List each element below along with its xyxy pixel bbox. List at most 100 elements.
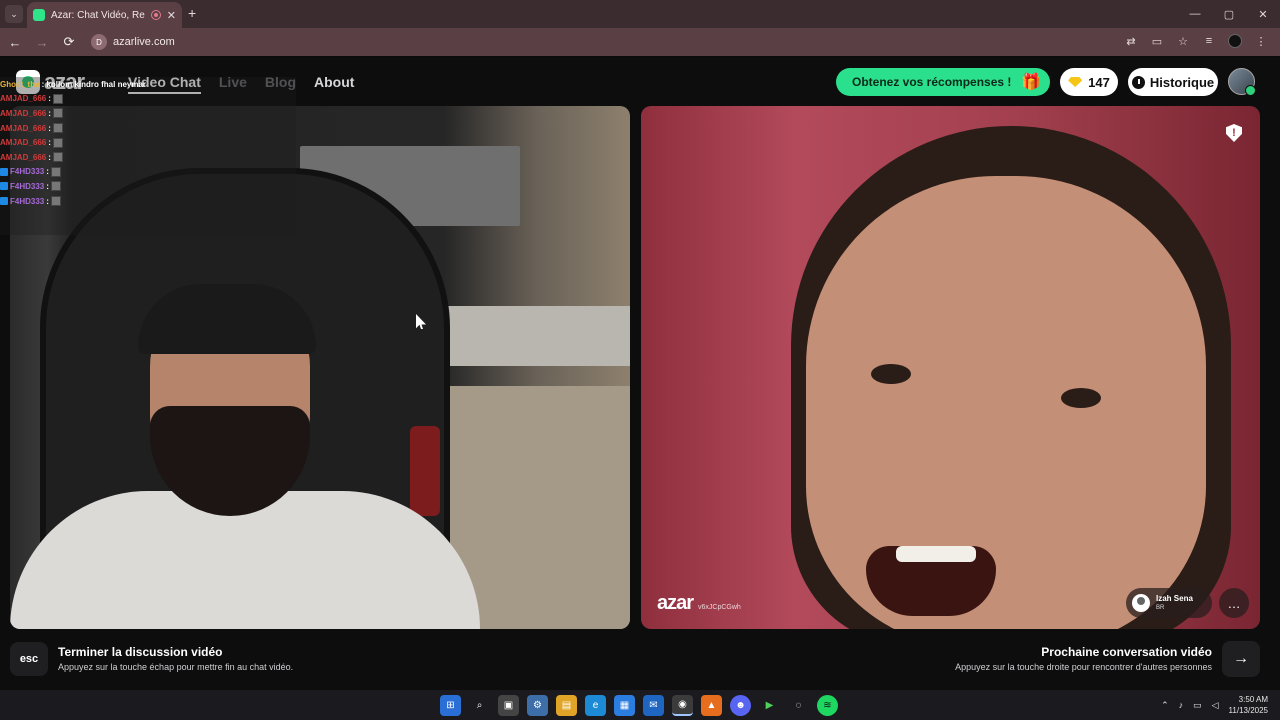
reading-list-icon[interactable]: ≡ xyxy=(1198,30,1220,52)
report-shield-icon[interactable]: ! xyxy=(1226,124,1242,142)
twitch-badge-icon xyxy=(0,167,8,176)
chat-user: Ghost_the xyxy=(0,79,40,89)
end-chat-title: Terminer la discussion vidéo xyxy=(58,645,223,659)
search-icon[interactable]: ⌕ xyxy=(469,695,490,716)
tab-title: Azar: Chat Vidéo, Rencontr xyxy=(51,9,145,21)
partner-profile-chip[interactable]: Izah Sena BR xyxy=(1126,588,1212,618)
cast-icon[interactable]: ▭ xyxy=(1146,30,1168,52)
partner-avatar-icon xyxy=(1132,594,1150,612)
chat-user: F4HD333 xyxy=(10,181,45,191)
browser-tabbar: ⌄ Azar: Chat Vidéo, Rencontr ✕ + — ▢ ✕ xyxy=(0,0,1280,28)
maximize-button[interactable]: ▢ xyxy=(1212,0,1246,28)
azar-page: azar Video Chat Live Blog About Obtenez … xyxy=(0,57,1280,690)
gems-counter[interactable]: 147 xyxy=(1060,68,1118,96)
history-label: Historique xyxy=(1149,74,1215,90)
clock[interactable]: 3:50 AM 11/13/2025 xyxy=(1229,694,1268,716)
back-icon[interactable]: ← xyxy=(3,30,27,54)
reload-icon[interactable]: ⟳ xyxy=(57,30,81,54)
recording-icon xyxy=(150,10,161,20)
mail-icon[interactable]: ✉ xyxy=(643,694,664,716)
chat-user: AMJAD_666 xyxy=(0,94,47,104)
partner-video: ! azar v6xJCpCGwh Izah Sena BR … xyxy=(641,106,1260,629)
chat-sticker-icon xyxy=(52,152,63,163)
chat-sticker-icon xyxy=(52,108,63,119)
clock-time: 3:50 AM xyxy=(1238,695,1268,704)
taskbar-apps: ⊞ ⌕ ▣ ⚙ ▤ e ▦ ✉ ◉ ▲ ☻ ▶ ◌ ≋ xyxy=(440,690,838,720)
app-circle-icon[interactable]: ◌ xyxy=(788,695,809,716)
chat-message: : kollom kindro fhal neymar xyxy=(41,79,147,89)
menu-icon[interactable]: ⋮ xyxy=(1250,30,1272,52)
tab-search-icon[interactable]: ⌄ xyxy=(5,5,23,23)
next-chat-title: Prochaine conversation vidéo xyxy=(1041,645,1212,659)
forward-icon[interactable]: → xyxy=(30,30,54,54)
azar-favicon-icon xyxy=(33,9,45,21)
watermark-id: v6xJCpCGwh xyxy=(698,604,741,611)
chat-user: AMJAD_666 xyxy=(0,108,47,118)
chat-line: Ghost_the : kollom kindro fhal neymar xyxy=(0,77,296,92)
chat-bubble-icon[interactable]: … xyxy=(1219,588,1249,618)
next-arrow-button[interactable]: → xyxy=(1222,641,1260,677)
chrome-icon[interactable]: ◉ xyxy=(672,694,693,716)
nav-about[interactable]: About xyxy=(314,74,354,94)
close-tab-icon[interactable]: ✕ xyxy=(167,9,176,22)
clock-icon xyxy=(1131,75,1145,89)
settings-gear-icon[interactable]: ⚙ xyxy=(527,694,548,716)
chat-sticker-icon xyxy=(52,123,63,134)
chat-sticker-icon xyxy=(52,93,63,104)
profile-icon[interactable] xyxy=(1224,30,1246,52)
chat-sticker-icon xyxy=(50,196,61,207)
site-info-icon[interactable]: D xyxy=(91,34,107,50)
chat-line: AMJAD_666: xyxy=(0,106,296,121)
user-avatar[interactable] xyxy=(1228,68,1256,96)
file-explorer-icon[interactable]: ▤ xyxy=(556,694,577,716)
woman-face xyxy=(806,176,1206,629)
address-bar: ← → ⟳ D azarlive.com xyxy=(0,28,1280,56)
chat-line: F4HD333: xyxy=(0,194,296,209)
bookmark-star-icon[interactable]: ☆ xyxy=(1172,30,1194,52)
gems-count: 147 xyxy=(1088,74,1110,90)
woman-left-eye xyxy=(871,364,911,384)
chair-red-panel xyxy=(410,426,440,516)
chat-line: F4HD333: xyxy=(0,179,296,194)
esc-key-button[interactable]: esc xyxy=(10,642,48,676)
history-button[interactable]: Historique xyxy=(1128,68,1218,96)
twitch-badge-icon xyxy=(0,182,8,191)
minimize-button[interactable]: — xyxy=(1178,0,1212,28)
system-tray: ⌃ ♪ ▭ ◁ 3:50 AM 11/13/2025 xyxy=(1161,690,1268,720)
rewards-label: Obtenez vos récompenses ! xyxy=(852,75,1012,89)
rewards-button[interactable]: Obtenez vos récompenses ! 🎁 xyxy=(836,68,1050,96)
chat-user: F4HD333 xyxy=(10,196,45,206)
chat-user: AMJAD_666 xyxy=(0,138,47,148)
gem-icon xyxy=(1068,77,1083,87)
play-icon[interactable]: ▶ xyxy=(759,695,780,716)
browser-tab[interactable]: Azar: Chat Vidéo, Rencontr ✕ xyxy=(27,2,182,28)
chat-user: F4HD333 xyxy=(10,167,45,177)
new-tab-button[interactable]: + xyxy=(188,6,196,20)
translate-icon[interactable]: ⇄ xyxy=(1120,30,1142,52)
store-icon[interactable]: ▦ xyxy=(614,694,635,716)
gift-icon: 🎁 xyxy=(1021,74,1041,91)
stream-chat-overlay: Ghost_the : kollom kindro fhal neymar AM… xyxy=(0,77,296,235)
next-chat-subtitle: Appuyez sur la touche droite pour rencon… xyxy=(955,662,1212,672)
address-bar-actions: ⇄ ▭ ☆ ≡ ⋮ xyxy=(1120,30,1272,52)
volume-icon[interactable]: ◁ xyxy=(1212,700,1219,711)
clock-date: 11/13/2025 xyxy=(1228,706,1268,715)
discord-icon[interactable]: ☻ xyxy=(730,694,751,716)
chat-user: AMJAD_666 xyxy=(0,123,47,133)
network-icon[interactable]: ▭ xyxy=(1193,700,1202,711)
microphone-icon[interactable]: ♪ xyxy=(1179,700,1184,710)
close-window-button[interactable]: ✕ xyxy=(1246,0,1280,28)
end-chat-subtitle: Appuyez sur la touche échap pour mettre … xyxy=(58,662,294,672)
task-view-icon[interactable]: ▣ xyxy=(498,694,519,716)
tray-chevron-icon[interactable]: ⌃ xyxy=(1161,700,1169,711)
spotify-icon[interactable]: ≋ xyxy=(817,694,838,716)
windows-start-icon[interactable]: ⊞ xyxy=(440,694,461,716)
url-field[interactable]: azarlive.com xyxy=(113,36,175,48)
edge-icon[interactable]: e xyxy=(585,694,606,716)
chat-user: AMJAD_666 xyxy=(0,152,47,162)
partner-country: BR xyxy=(1156,605,1165,611)
azar-watermark: azar v6xJCpCGwh xyxy=(657,592,741,615)
partner-name: Izah Sena xyxy=(1156,594,1193,603)
app-orange-icon[interactable]: ▲ xyxy=(701,694,722,716)
chat-line: F4HD333: xyxy=(0,165,296,180)
